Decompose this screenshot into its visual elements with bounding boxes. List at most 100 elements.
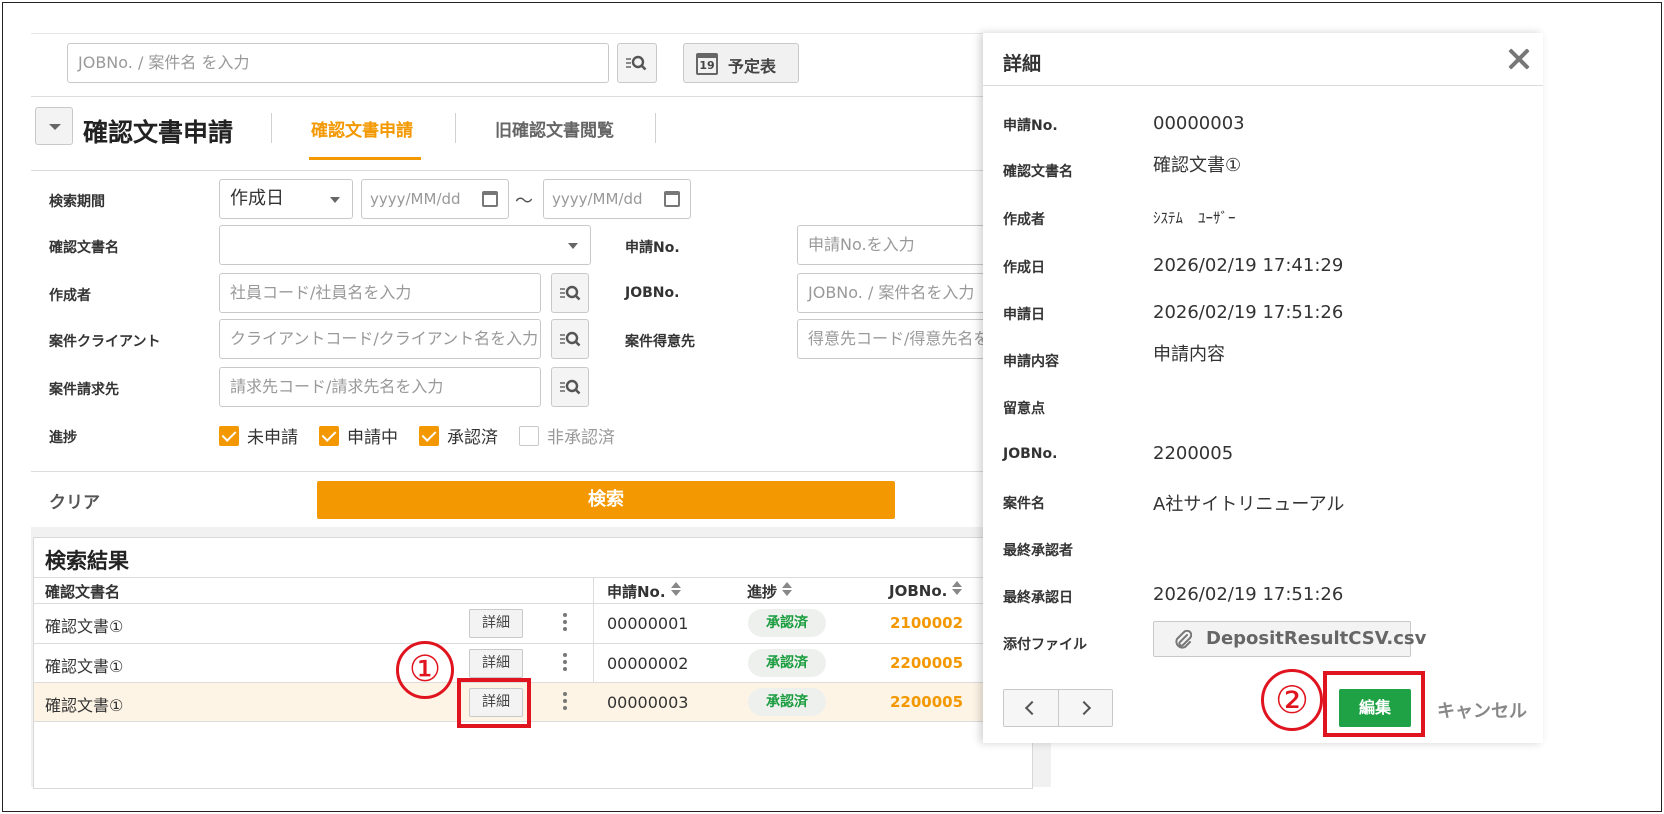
checkbox-label: 非承認済 — [547, 428, 615, 448]
billing-search-button[interactable] — [551, 367, 589, 407]
close-icon[interactable] — [1505, 45, 1533, 73]
divider — [271, 113, 272, 143]
column-header-label: JOBNo. — [889, 582, 948, 600]
attachment-file-button[interactable]: DepositResultCSV.csv — [1153, 621, 1426, 657]
field-label: 最終承認日 — [1003, 590, 1073, 606]
search-icon — [626, 55, 647, 71]
search-icon — [560, 331, 581, 347]
job-search-input[interactable]: JOBNo. / 案件名 を入力 — [67, 43, 609, 83]
column-header-appno[interactable]: 申請No. — [607, 581, 681, 602]
chevron-left-icon[interactable] — [1024, 700, 1040, 716]
client-search-button[interactable] — [551, 319, 589, 359]
author-input[interactable]: 社員コード/社員名を入力 — [219, 273, 541, 313]
form-divider — [31, 471, 1051, 472]
search-icon — [560, 285, 581, 301]
author-search-button[interactable] — [551, 273, 589, 313]
schedule-button[interactable]: 19 予定表 — [683, 43, 799, 83]
column-header-progress[interactable]: 進捗 — [747, 581, 793, 602]
clear-button[interactable]: クリア — [49, 488, 100, 513]
status-badge: 承認済 — [748, 649, 826, 677]
detail-button[interactable]: 詳細 — [469, 609, 523, 638]
docname-label: 確認文書名 — [49, 240, 119, 256]
field-label: 最終承認者 — [1003, 543, 1073, 559]
table-header-top — [33, 577, 1033, 578]
column-header-label: 申請No. — [607, 583, 666, 601]
field-value: ｼｽﾃﾑ ﾕｰｻﾞｰ — [1153, 209, 1236, 227]
menu-toggle-button[interactable] — [35, 107, 73, 145]
jobno-link[interactable]: 2100002 — [890, 614, 963, 632]
client-input[interactable]: クライアントコード/クライアント名を入力 — [219, 319, 541, 359]
client-label: 案件クライアント — [49, 334, 161, 350]
field-value: 2200005 — [1153, 443, 1234, 464]
sort-icon[interactable] — [670, 582, 681, 596]
progress-applying-checkbox[interactable]: 申請中 — [319, 423, 398, 448]
jobno-link[interactable]: 2200005 — [890, 693, 963, 711]
sort-icon[interactable] — [952, 581, 963, 595]
page-title: 確認文書申請 — [83, 118, 234, 147]
job-search-button[interactable] — [617, 43, 657, 83]
field-value: 確認文書① — [1153, 155, 1242, 176]
search-button[interactable]: 検索 — [317, 481, 895, 519]
checkbox-unchecked-icon — [519, 426, 539, 446]
annotation-highlight-detail-button — [457, 678, 531, 728]
field-value: 申請内容 — [1153, 344, 1225, 365]
annotation-marker-2: ② — [1261, 669, 1323, 731]
billing-input[interactable]: 請求先コード/請求先名を入力 — [219, 367, 541, 407]
docname-select[interactable] — [219, 225, 591, 265]
calendar-icon[interactable] — [482, 191, 498, 207]
field-label: 申請No. — [1003, 118, 1058, 134]
checkbox-checked-icon — [419, 426, 439, 446]
field-label: 申請内容 — [1003, 354, 1059, 370]
more-options-icon[interactable] — [563, 653, 567, 674]
tab-old-confirm-doc-view[interactable]: 旧確認文書閲覧 — [495, 116, 614, 141]
screenshot-frame: JOBNo. / 案件名 を入力 19 予定表 確認文書申請 確認文書申請 旧確… — [2, 2, 1662, 812]
row-divider — [33, 721, 1033, 722]
progress-unapplied-checkbox[interactable]: 未申請 — [219, 423, 298, 448]
period-type-select[interactable]: 作成日 — [219, 179, 353, 219]
active-tab-indicator — [309, 157, 421, 160]
cancel-button[interactable]: キャンセル — [1437, 697, 1527, 723]
checkbox-label: 申請中 — [347, 428, 398, 448]
checkbox-label: 承認済 — [447, 428, 498, 448]
jobno-input[interactable]: JOBNo. / 案件名を入力 — [797, 273, 987, 313]
status-badge: 承認済 — [748, 688, 826, 716]
appno-cell: 00000002 — [607, 654, 689, 673]
checkbox-label: 未申請 — [247, 428, 298, 448]
drawer-title: 詳細 — [1003, 53, 1042, 75]
date-to-input[interactable]: yyyy/MM/dd — [543, 179, 691, 219]
tab-confirm-doc-application[interactable]: 確認文書申請 — [311, 116, 413, 141]
sort-icon[interactable] — [782, 582, 793, 596]
customer-label: 案件得意先 — [625, 334, 695, 350]
field-value: 2026/02/19 17:51:26 — [1153, 302, 1344, 323]
column-header-docname: 確認文書名 — [45, 583, 121, 601]
field-label: 確認文書名 — [1003, 164, 1073, 180]
detail-drawer: 詳細 申請No. 00000003 確認文書名 確認文書① 作成者 ｼｽﾃﾑ ﾕ… — [983, 33, 1543, 743]
more-options-icon[interactable] — [563, 692, 567, 713]
docname-cell: 確認文書① — [45, 696, 124, 715]
table-row-selected[interactable]: 確認文書① 詳細 00000003 承認済 2200005 — [34, 683, 1032, 721]
more-options-icon[interactable] — [563, 613, 567, 634]
table-row[interactable]: 確認文書① 詳細 00000002 承認済 2200005 — [34, 644, 1032, 682]
calendar-icon[interactable] — [664, 191, 680, 207]
date-from-placeholder: yyyy/MM/dd — [370, 190, 461, 208]
date-from-input[interactable]: yyyy/MM/dd — [361, 179, 509, 219]
appno-input[interactable]: 申請No.を入力 — [797, 225, 987, 265]
record-pager — [1003, 689, 1113, 727]
column-header-jobno[interactable]: JOBNo. — [889, 581, 963, 600]
field-label: 留意点 — [1003, 401, 1045, 417]
jobno-link[interactable]: 2200005 — [890, 654, 963, 672]
field-value: 00000003 — [1153, 113, 1245, 134]
field-label: 作成日 — [1003, 260, 1045, 276]
customer-input[interactable]: 得意先コード/得意先名を入力 — [797, 319, 987, 359]
table-row[interactable]: 確認文書① 詳細 00000001 承認済 2100002 — [34, 604, 1032, 642]
author-label: 作成者 — [49, 288, 91, 304]
progress-approved-checkbox[interactable]: 承認済 — [419, 423, 498, 448]
detail-button[interactable]: 詳細 — [469, 649, 523, 678]
progress-rejected-checkbox[interactable]: 非承認済 — [519, 423, 615, 448]
field-label: 案件名 — [1003, 496, 1045, 512]
schedule-button-label: 予定表 — [728, 57, 777, 76]
chevron-right-icon[interactable] — [1076, 700, 1092, 716]
paperclip-icon — [1175, 630, 1192, 649]
field-label: JOBNo. — [1003, 446, 1058, 462]
field-value: 2026/02/19 17:41:29 — [1153, 255, 1344, 276]
